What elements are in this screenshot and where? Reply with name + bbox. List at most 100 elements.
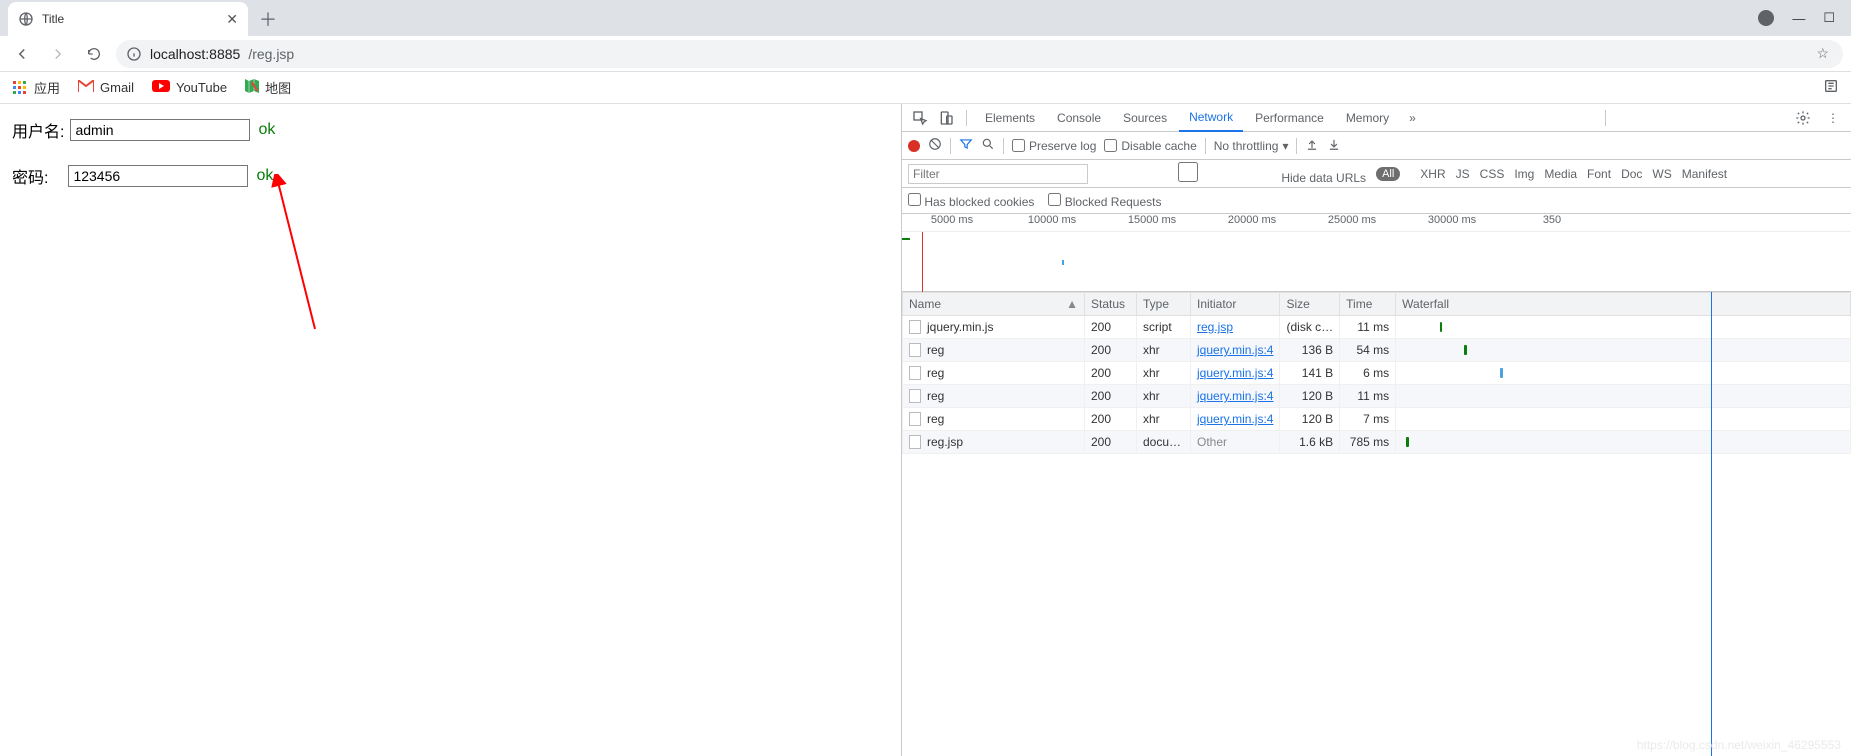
filter-type-media[interactable]: Media (1544, 167, 1577, 181)
file-icon (909, 320, 921, 334)
apps-shortcut[interactable]: 应用 (12, 78, 60, 97)
filter-type-js[interactable]: JS (1456, 167, 1470, 181)
device-toggle-icon[interactable] (934, 106, 958, 130)
inspect-element-icon[interactable] (908, 106, 932, 130)
reload-button[interactable] (80, 40, 108, 68)
blocked-requests-checkbox[interactable]: Blocked Requests (1048, 193, 1161, 209)
bookmark-star-icon[interactable]: ☆ (1816, 45, 1829, 62)
bookmark-youtube[interactable]: YouTube (152, 80, 227, 95)
timeline-tick: 10000 ms (1002, 214, 1102, 231)
devtools-panel: Elements Console Sources Network Perform… (901, 104, 1851, 756)
minimize-icon[interactable]: — (1792, 11, 1805, 26)
request-row[interactable]: reg200xhrjquery.min.js:4120 B7 ms (903, 408, 1851, 431)
request-row[interactable]: reg200xhrjquery.min.js:4136 B54 ms (903, 339, 1851, 362)
sort-arrow-icon: ▲ (1066, 297, 1078, 311)
bookmark-gmail[interactable]: Gmail (78, 80, 134, 95)
bookmarks-bar: 应用 Gmail YouTube 地图 (0, 72, 1851, 104)
file-icon (909, 343, 921, 357)
file-icon (909, 366, 921, 380)
timeline-tick: 15000 ms (1102, 214, 1202, 231)
filter-type-css[interactable]: CSS (1480, 167, 1505, 181)
blocked-cookies-checkbox[interactable]: Has blocked cookies (908, 193, 1034, 209)
tab-title: Title (42, 12, 64, 26)
request-row[interactable]: jquery.min.js200scriptreg.jsp(disk c…11 … (903, 316, 1851, 339)
apps-grid-icon (12, 80, 28, 96)
filter-toggle-icon[interactable] (959, 137, 973, 154)
address-bar[interactable]: localhost:8885/reg.jsp ☆ (116, 40, 1843, 68)
gmail-label: Gmail (100, 80, 134, 95)
annotation-arrow-icon (270, 174, 330, 334)
filter-type-xhr[interactable]: XHR (1420, 167, 1445, 181)
preserve-log-checkbox[interactable]: Preserve log (1012, 139, 1096, 153)
col-initiator[interactable]: Initiator (1191, 293, 1280, 316)
timeline-marker (902, 238, 910, 240)
col-size[interactable]: Size (1280, 293, 1340, 316)
disable-cache-checkbox[interactable]: Disable cache (1104, 139, 1196, 153)
username-status: ok (258, 121, 275, 139)
request-row[interactable]: reg.jsp200docu…Other1.6 kB785 ms (903, 431, 1851, 454)
site-info-icon[interactable] (126, 46, 142, 62)
tab-sources[interactable]: Sources (1113, 105, 1177, 131)
account-avatar-icon[interactable] (1758, 10, 1774, 26)
maximize-icon[interactable]: ☐ (1823, 10, 1835, 26)
youtube-icon (152, 80, 170, 95)
download-har-icon[interactable] (1327, 137, 1341, 154)
filter-type-img[interactable]: Img (1514, 167, 1534, 181)
tab-console[interactable]: Console (1047, 105, 1111, 131)
network-request-table: Name▲ Status Type Initiator Size Time Wa… (902, 292, 1851, 756)
bookmark-maps[interactable]: 地图 (245, 78, 291, 97)
upload-har-icon[interactable] (1305, 137, 1319, 154)
record-button[interactable] (908, 140, 920, 152)
new-tab-button[interactable]: ＋ (254, 5, 282, 33)
network-timeline[interactable]: 5000 ms10000 ms15000 ms20000 ms25000 ms3… (902, 214, 1851, 292)
timeline-tick: 20000 ms (1202, 214, 1302, 231)
tab-memory[interactable]: Memory (1336, 105, 1399, 131)
url-path: /reg.jsp (248, 46, 294, 62)
devtools-settings-icon[interactable] (1791, 106, 1815, 130)
password-input[interactable] (68, 165, 248, 187)
url-host: localhost:8885 (150, 46, 240, 62)
request-row[interactable]: reg200xhrjquery.min.js:4141 B6 ms (903, 362, 1851, 385)
timeline-tick: 25000 ms (1302, 214, 1402, 231)
network-filter-bar-2: Has blocked cookies Blocked Requests (902, 188, 1851, 214)
search-icon[interactable] (981, 137, 995, 154)
browser-tab[interactable]: Title ✕ (8, 2, 248, 36)
more-tabs-icon[interactable]: » (1401, 111, 1424, 125)
tab-network[interactable]: Network (1179, 104, 1243, 132)
col-waterfall[interactable]: Waterfall (1396, 293, 1851, 316)
gmail-icon (78, 80, 94, 95)
network-toolbar: Preserve log Disable cache No throttling… (902, 132, 1851, 160)
col-time[interactable]: Time (1340, 293, 1396, 316)
filter-type-manifest[interactable]: Manifest (1682, 167, 1727, 181)
chevron-down-icon: ▾ (1282, 139, 1288, 153)
password-row: 密码: ok (12, 164, 889, 188)
back-button[interactable] (8, 40, 36, 68)
clear-button[interactable] (928, 137, 942, 154)
filter-type-doc[interactable]: Doc (1621, 167, 1642, 181)
col-name[interactable]: Name▲ (903, 293, 1085, 316)
tab-elements[interactable]: Elements (975, 105, 1045, 131)
file-icon (909, 435, 921, 449)
timeline-tick: 30000 ms (1402, 214, 1502, 231)
hide-data-urls-checkbox[interactable]: Hide data URLs (1098, 162, 1366, 185)
tab-performance[interactable]: Performance (1245, 105, 1334, 131)
maps-icon (245, 79, 259, 96)
request-row[interactable]: reg200xhrjquery.min.js:4120 B11 ms (903, 385, 1851, 408)
throttling-select[interactable]: No throttling ▾ (1214, 139, 1289, 153)
col-type[interactable]: Type (1137, 293, 1191, 316)
reading-list-icon[interactable] (1823, 78, 1839, 97)
watermark: https://blog.csdn.net/weixin_46295553 (1637, 738, 1841, 752)
timeline-cursor (922, 232, 923, 292)
globe-icon (18, 11, 34, 27)
window-controls: — ☐ (1758, 0, 1851, 36)
file-icon (909, 412, 921, 426)
filter-type-ws[interactable]: WS (1652, 167, 1671, 181)
col-status[interactable]: Status (1085, 293, 1137, 316)
forward-button[interactable] (44, 40, 72, 68)
close-tab-icon[interactable]: ✕ (226, 11, 238, 28)
devtools-menu-icon[interactable]: ⋮ (1821, 106, 1845, 130)
filter-type-font[interactable]: Font (1587, 167, 1611, 181)
username-input[interactable] (70, 119, 250, 141)
filter-all-pill[interactable]: All (1376, 167, 1400, 181)
filter-input[interactable] (908, 164, 1088, 184)
